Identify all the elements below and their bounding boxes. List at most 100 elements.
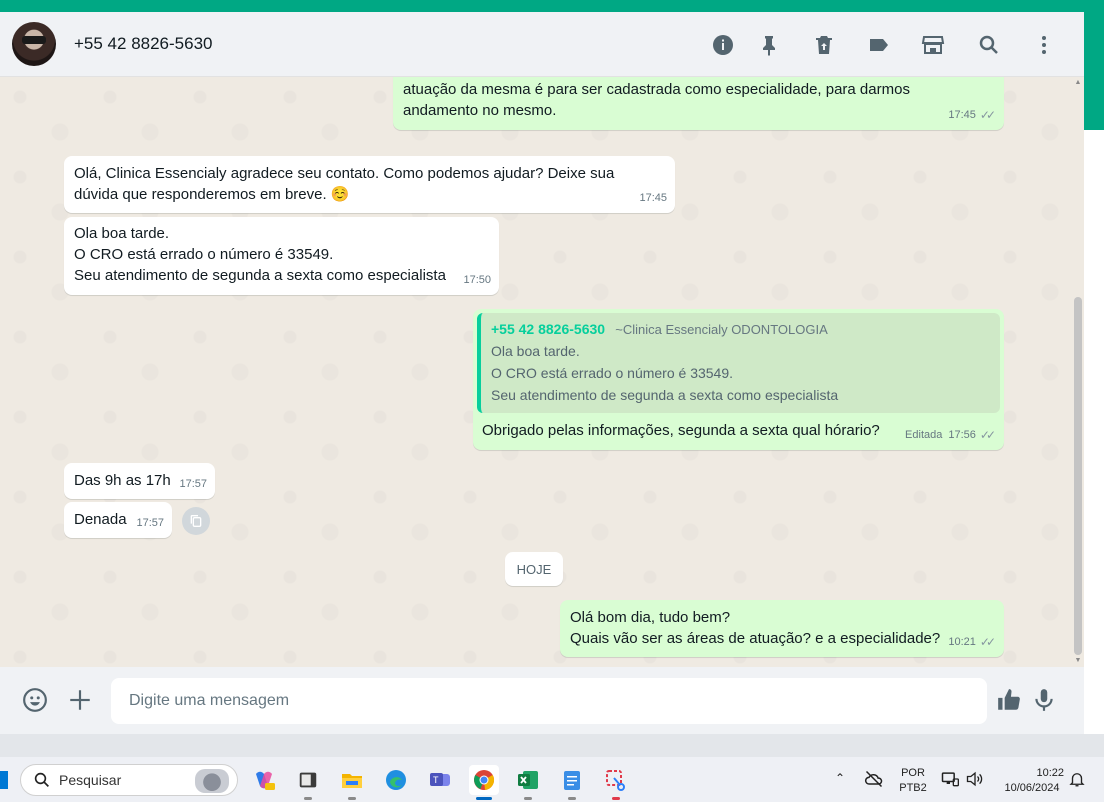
taskbar-snipping-tool-icon[interactable]: [601, 765, 631, 800]
clock-date: 10/06/2024: [1004, 782, 1060, 794]
message-time: 17:45: [948, 109, 976, 121]
message-meta: 17:45 ✓✓: [948, 105, 996, 126]
message-outgoing-reply[interactable]: +55 42 8826-5630 ~Clinica Essencialy ODO…: [473, 309, 1004, 450]
message-time: 17:56: [948, 429, 976, 441]
keyboard-layout: PTB2: [899, 782, 927, 794]
taskbar-chrome-icon[interactable]: [469, 765, 499, 800]
emoji-icon[interactable]: [20, 685, 50, 715]
message-line: andamento no mesmo.: [403, 102, 557, 119]
windows-start-icon[interactable]: [0, 771, 8, 789]
taskbar-notepad-icon[interactable]: [557, 765, 587, 800]
message-time: 10:21: [948, 636, 976, 648]
contact-name[interactable]: +55 42 8826-5630: [74, 34, 213, 54]
running-indicator: [304, 797, 312, 800]
running-indicator: [476, 797, 492, 800]
quote-line: O CRO está errado o número é 33549.: [491, 365, 734, 381]
running-indicator: [348, 797, 356, 800]
sidebar-accent-edge: [1084, 12, 1104, 130]
message-time: 17:57: [179, 478, 207, 490]
taskbar-search[interactable]: Pesquisar: [20, 764, 238, 796]
message-meta: 17:45: [639, 188, 667, 209]
chat-header: +55 42 8826-5630: [0, 12, 1084, 77]
onedrive-offline-icon[interactable]: [864, 769, 884, 794]
copy-icon[interactable]: [182, 507, 210, 535]
taskbar-copilot-icon[interactable]: [249, 765, 279, 795]
taskbar-search-placeholder: Pesquisar: [59, 772, 122, 788]
taskbar-teams-icon[interactable]: T: [425, 765, 455, 795]
search-highlight-icon: [195, 769, 229, 793]
running-indicator: [612, 797, 620, 800]
message-incoming[interactable]: Olá, Clinica Essencialy agradece seu con…: [64, 156, 675, 213]
message-meta: 17:57: [179, 474, 207, 495]
app-top-accent-bar: [0, 0, 1104, 12]
delete-icon[interactable]: [811, 32, 837, 58]
language-code: POR: [901, 767, 925, 779]
search-icon[interactable]: [976, 32, 1002, 58]
message-line: Olá, Clinica Essencialy agradece seu con…: [74, 165, 615, 182]
windows-taskbar: Pesquisar T ⌃ POR PTB2 10:22 10/06/2024: [0, 757, 1104, 802]
whatsapp-window: +55 42 8826-5630 atuação da mesma é para…: [0, 12, 1084, 734]
menu-icon[interactable]: [1031, 32, 1057, 58]
quote-author-sub: ~Clinica Essencialy ODONTOLOGIA: [615, 322, 828, 337]
quote-author: +55 42 8826-5630: [491, 321, 606, 337]
search-icon: [34, 772, 49, 787]
message-line: Seu atendimento de segunda a sexta como …: [74, 267, 446, 284]
message-composer: [0, 667, 1084, 734]
sidebar-edge: [1084, 130, 1104, 734]
network-icon[interactable]: [940, 769, 960, 794]
plus-icon[interactable]: [65, 685, 95, 715]
date-separator: HOJE: [505, 552, 563, 586]
label-icon[interactable]: [866, 32, 892, 58]
clock[interactable]: 10:22 10/06/2024: [994, 766, 1070, 796]
pin-icon[interactable]: [756, 32, 782, 58]
message-list[interactable]: atuação da mesma é para ser cadastrada c…: [0, 77, 1084, 667]
scroll-down-icon[interactable]: ▼: [1074, 657, 1082, 665]
keyboard-language[interactable]: POR PTB2: [897, 766, 929, 796]
store-icon[interactable]: [920, 32, 946, 58]
desktop-background: [0, 734, 1104, 757]
tray-overflow-icon[interactable]: ⌃: [835, 771, 845, 785]
svg-text:T: T: [433, 775, 439, 785]
running-indicator: [568, 797, 576, 800]
message-meta: 17:57: [136, 513, 164, 534]
info-icon[interactable]: [710, 32, 736, 58]
message-time: 17:45: [639, 192, 667, 204]
clock-time: 10:22: [1036, 767, 1064, 779]
message-input[interactable]: [111, 678, 987, 724]
taskbar-excel-icon[interactable]: [513, 765, 543, 800]
quote-line: Ola boa tarde.: [491, 343, 580, 359]
message-incoming[interactable]: Denada 17:57: [64, 502, 172, 538]
message-meta: 17:50: [463, 270, 491, 291]
quote-line: Seu atendimento de segunda a sexta como …: [491, 387, 839, 403]
message-incoming[interactable]: Das 9h as 17h 17:57: [64, 463, 215, 499]
message-meta: Editada 17:56 ✓✓: [905, 425, 996, 446]
message-line: atuação da mesma é para ser cadastrada c…: [403, 81, 910, 98]
quoted-message[interactable]: +55 42 8826-5630 ~Clinica Essencialy ODO…: [477, 313, 1000, 413]
avatar[interactable]: [12, 22, 56, 66]
message-outgoing[interactable]: atuação da mesma é para ser cadastrada c…: [393, 77, 1004, 130]
notification-bell-icon[interactable]: [1068, 770, 1086, 793]
chat-scrollbar[interactable]: ▲ ▼: [1074, 77, 1082, 667]
message-outgoing[interactable]: Olá bom dia, tudo bem? Quais vão ser as …: [560, 600, 1004, 657]
scroll-up-icon[interactable]: ▲: [1074, 79, 1082, 87]
edited-label: Editada: [905, 429, 943, 441]
read-ticks-icon: ✓✓: [979, 635, 996, 649]
thumbs-up-icon[interactable]: [994, 685, 1024, 715]
message-time: 17:57: [136, 517, 164, 529]
message-line: dúvida que responderemos em breve. ☺️: [74, 186, 350, 203]
microphone-icon[interactable]: [1029, 685, 1059, 715]
message-time: 17:50: [463, 274, 491, 286]
message-line: Quais vão ser as áreas de atuação? e a e…: [570, 630, 941, 647]
message-line: Olá bom dia, tudo bem?: [570, 609, 731, 626]
read-ticks-icon: ✓✓: [979, 428, 996, 442]
message-line: Ola boa tarde.: [74, 225, 170, 242]
message-incoming[interactable]: Ola boa tarde. O CRO está errado o númer…: [64, 217, 499, 295]
taskbar-file-explorer-icon[interactable]: [337, 765, 367, 800]
taskbar-edge-icon[interactable]: [381, 765, 411, 795]
scroll-thumb[interactable]: [1074, 297, 1082, 655]
running-indicator: [524, 797, 532, 800]
read-ticks-icon: ✓✓: [979, 108, 996, 122]
message-line: Obrigado pelas informações, segunda a se…: [482, 422, 880, 439]
volume-icon[interactable]: [965, 769, 985, 794]
taskbar-terminal-icon[interactable]: [293, 765, 323, 800]
